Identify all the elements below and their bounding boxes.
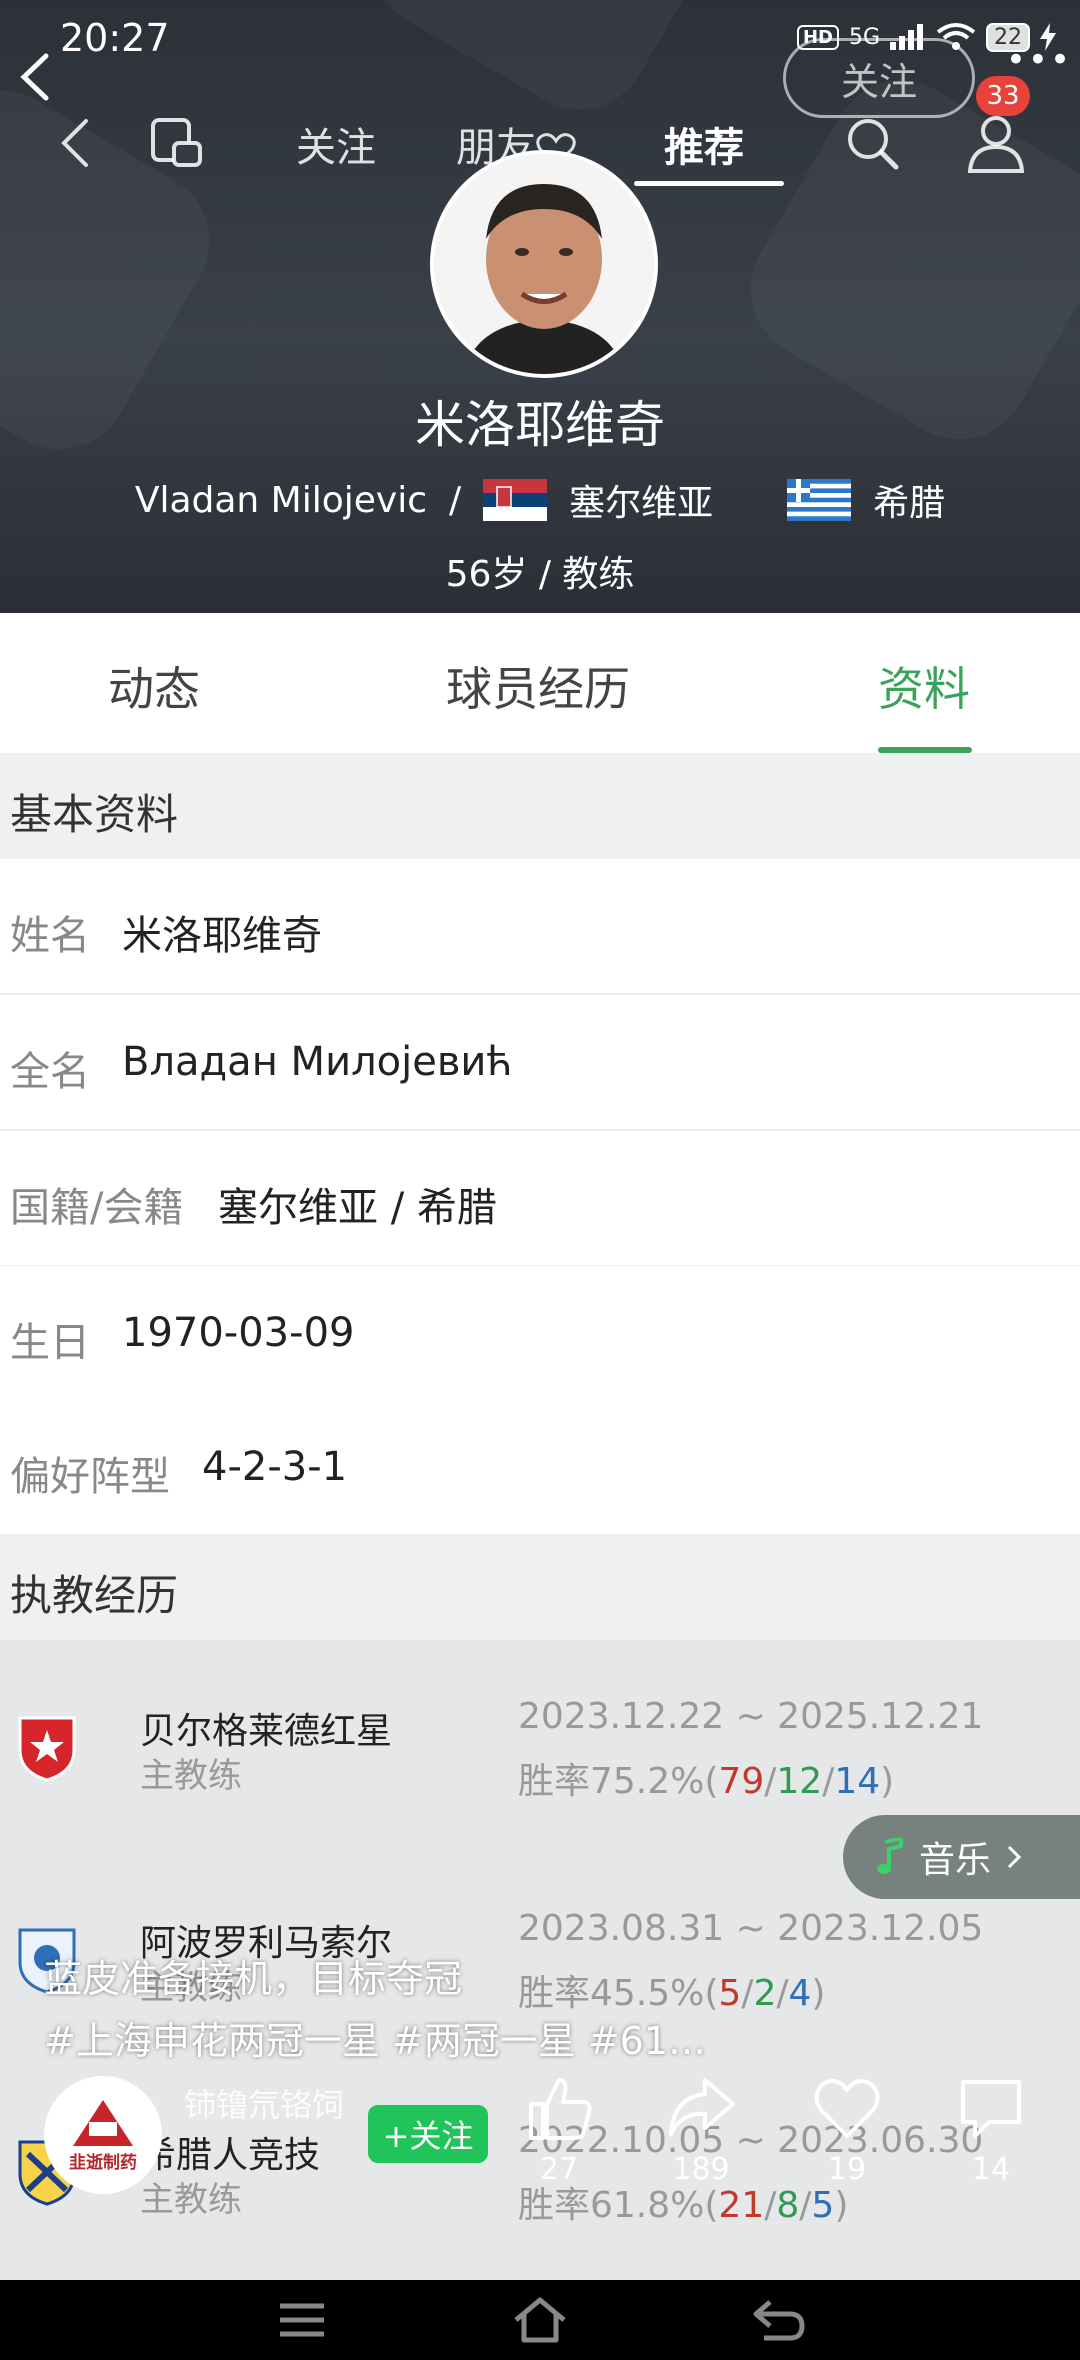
- author-brand: 韭逝制药: [69, 2152, 137, 2173]
- back-icon[interactable]: [750, 2294, 806, 2346]
- share-count: 189: [672, 2152, 730, 2187]
- info-value: 米洛耶维奇: [122, 913, 322, 959]
- tab-following[interactable]: 关注: [296, 115, 376, 173]
- video-caption: 蓝皮准备接机，目标夺冠: [44, 1957, 463, 2001]
- back-arrow-icon[interactable]: [18, 52, 52, 102]
- age-role: 56岁 / 教练: [445, 554, 635, 595]
- coach-subtitle: Vladan Milojevic / 塞尔维亚 希腊: [0, 470, 1080, 530]
- serbia-flag-icon: [483, 479, 548, 521]
- club-name: 贝尔格莱德红星: [140, 1711, 393, 1752]
- info-value: 塞尔维亚 / 希腊: [218, 1185, 497, 1231]
- follow-author-button[interactable]: +关注: [368, 2105, 488, 2163]
- tab-feed[interactable]: 动态: [108, 653, 200, 719]
- profile-header: 20:27 HD 5G 22 关注 ••• 33 关注 朋友 推荐 米洛耶维奇 …: [0, 0, 1080, 613]
- share-icon: [669, 2078, 735, 2136]
- tab-recommended[interactable]: 推荐: [664, 115, 744, 173]
- info-label: 生日: [10, 1320, 90, 1366]
- search-icon[interactable]: [844, 115, 900, 171]
- separator: /: [449, 479, 462, 521]
- info-row-nationality: 国籍/会籍 塞尔维亚 / 希腊: [0, 1131, 1080, 1267]
- win-rate: 胜率75.2%(79/12/14): [518, 1761, 895, 1802]
- club-dates: 2023.08.31 ~ 2023.12.05: [518, 1908, 984, 1949]
- comment-icon: [961, 2080, 1021, 2138]
- comment-button[interactable]: 14: [936, 2072, 1046, 2187]
- music-note-icon: [877, 1838, 903, 1874]
- info-row-birthday: 生日 1970-03-09: [0, 1266, 1080, 1402]
- nav-back-icon[interactable]: [58, 117, 92, 169]
- comment-count: 14: [971, 2152, 1011, 2187]
- coach-name-en: Vladan Milojevic: [134, 479, 428, 521]
- thumbs-up-icon: [529, 2078, 592, 2140]
- info-label: 全名: [10, 1049, 90, 1095]
- info-value: 1970-03-09: [122, 1310, 355, 1356]
- pharmacy-logo: [73, 2099, 133, 2146]
- favorite-button[interactable]: 19: [792, 2072, 902, 2187]
- club-name: 希腊人竞技: [140, 2135, 321, 2176]
- info-row-name: 姓名 米洛耶维奇: [0, 859, 1080, 995]
- info-label: 偏好阵型: [10, 1454, 170, 1500]
- favorite-count: 19: [827, 2152, 867, 2187]
- info-value: 4-2-3-1: [202, 1444, 348, 1490]
- coach-name: 米洛耶维奇: [415, 396, 665, 454]
- video-hashtags[interactable]: #上海申花两冠一星 #两冠一星 #61…: [44, 2010, 706, 2065]
- music-label: 音乐: [919, 1840, 992, 1881]
- info-label: 国籍/会籍: [10, 1185, 184, 1231]
- nationality-greece: 希腊: [873, 483, 946, 524]
- content-tabs: 动态 球员经历 资料: [0, 613, 1080, 753]
- screen: 20:27 HD 5G 22 关注 ••• 33 关注 朋友 推荐 米洛耶维奇 …: [0, 0, 1080, 2360]
- nationality-serbia: 塞尔维亚: [569, 483, 714, 524]
- club-role: 主教练: [140, 2180, 242, 2220]
- system-nav-bar: [0, 2280, 1080, 2360]
- info-row-formation: 偏好阵型 4-2-3-1: [0, 1400, 1080, 1534]
- author-avatar[interactable]: 韭逝制药: [44, 2076, 162, 2194]
- like-count: 27: [539, 2152, 579, 2187]
- tab-active-indicator: [634, 181, 784, 186]
- info-label: 姓名: [10, 913, 90, 959]
- section-basic-info: 基本资料: [0, 753, 1080, 859]
- greece-flag-icon: [787, 479, 852, 521]
- menu-icon[interactable]: [274, 2294, 330, 2346]
- tab-player-history[interactable]: 球员经历: [446, 653, 630, 719]
- share-button[interactable]: 189: [646, 2072, 756, 2187]
- section-title: 基本资料: [10, 790, 179, 839]
- club-role: 主教练: [140, 1756, 242, 1796]
- tab-profile-info[interactable]: 资料: [878, 653, 970, 719]
- coach-portrait: [434, 154, 654, 374]
- status-time: 20:27: [60, 16, 170, 60]
- section-title: 执教经历: [10, 1571, 179, 1620]
- more-icon[interactable]: •••: [1006, 40, 1072, 80]
- chevron-right-icon: [1007, 1845, 1022, 1869]
- coach-avatar: [430, 150, 658, 378]
- home-icon[interactable]: [512, 2294, 568, 2346]
- heart-icon: [814, 2079, 880, 2138]
- section-coaching: 执教经历: [0, 1534, 1080, 1640]
- club-dates: 2023.12.22 ~ 2025.12.21: [518, 1696, 984, 1737]
- author-name[interactable]: 铈镥氘铬饲: [184, 2080, 344, 2126]
- like-button[interactable]: 27: [504, 2072, 614, 2187]
- win-rate: 胜率45.5%(5/2/4): [518, 1973, 826, 2014]
- red-star-club-logo: [18, 1716, 76, 1782]
- music-button[interactable]: 音乐: [843, 1815, 1080, 1899]
- info-row-fullname: 全名 Владан Милојевић: [0, 995, 1080, 1131]
- user-icon[interactable]: [966, 113, 1026, 173]
- info-value: Владан Милојевић: [122, 1039, 513, 1085]
- floating-window-icon[interactable]: [150, 117, 204, 169]
